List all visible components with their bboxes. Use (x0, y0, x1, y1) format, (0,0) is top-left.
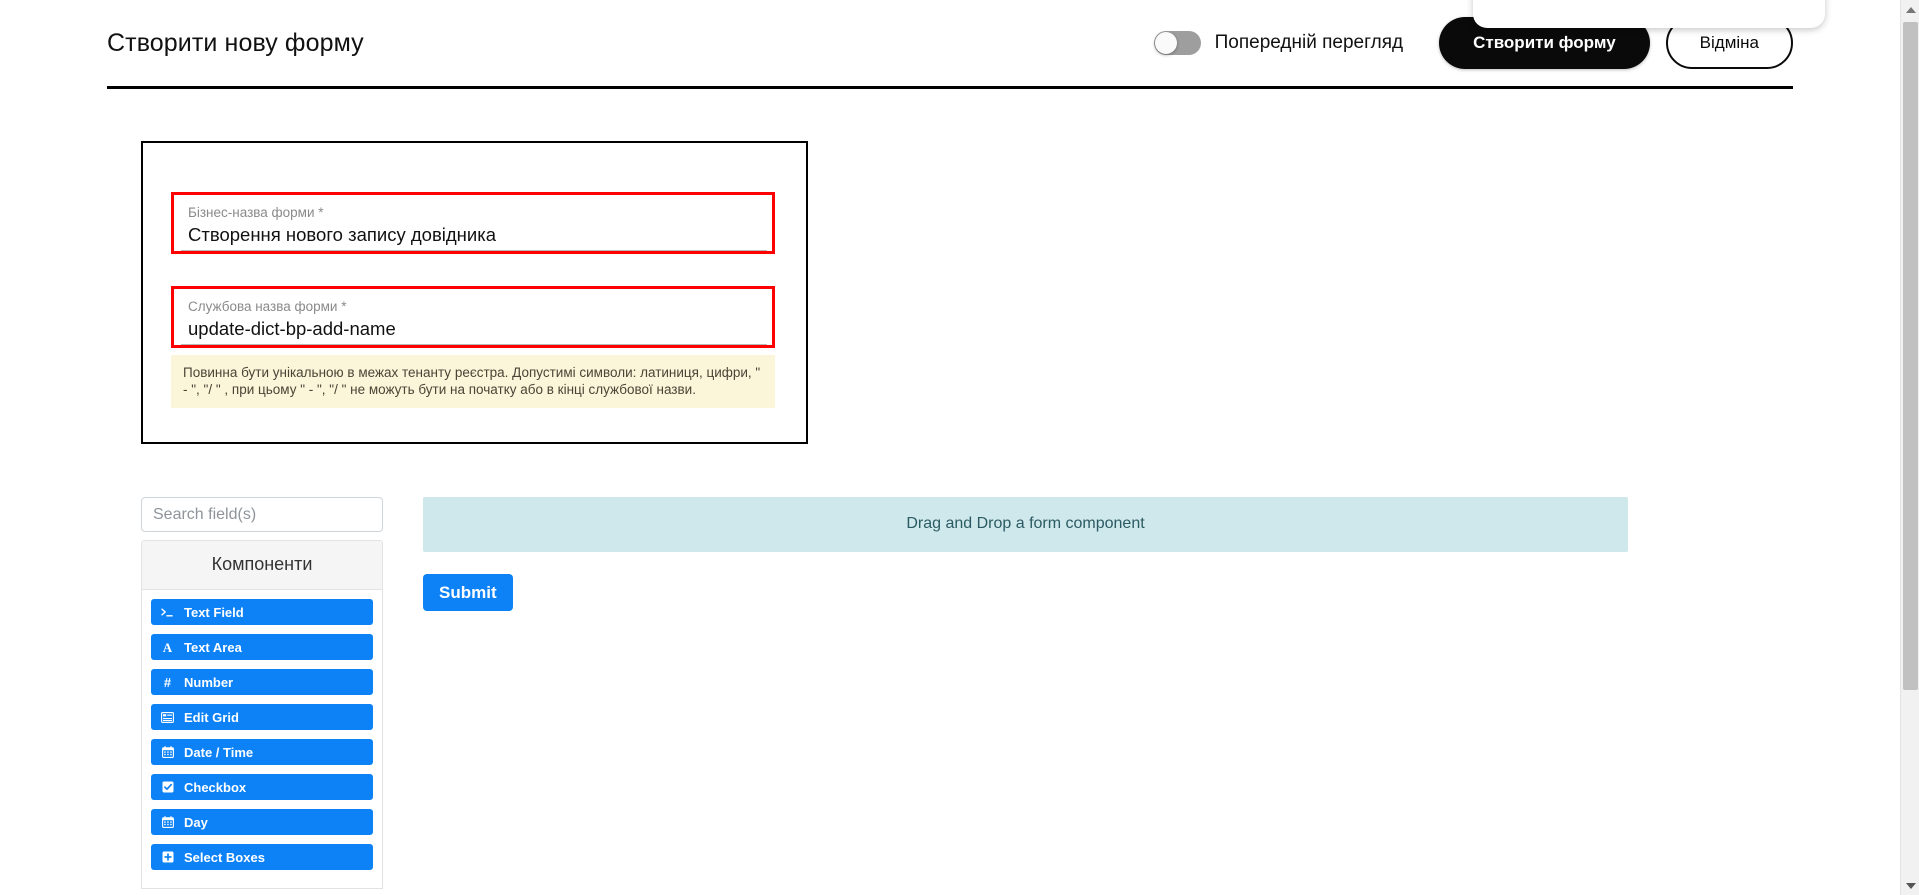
form-settings-card: Бізнес-назва форми * Службова назва форм… (141, 141, 808, 444)
component-item-label: Text Area (184, 639, 242, 655)
components-sidebar: Компоненти Text Field A Text Area # Number Ed… (141, 497, 383, 889)
preview-toggle[interactable] (1153, 31, 1201, 55)
toggle-knob (1154, 32, 1177, 54)
component-item-text-area[interactable]: A Text Area (151, 634, 373, 660)
preview-toggle-label: Попередній перегляд (1214, 32, 1404, 53)
hash-icon: # (163, 674, 172, 690)
page-scrollbar[interactable] (1900, 0, 1919, 895)
component-item-label: Day (184, 814, 208, 830)
service-name-label: Службова назва форми * (188, 299, 347, 314)
component-item-edit-grid[interactable]: Edit Grid (151, 704, 373, 730)
component-item-checkbox[interactable]: Checkbox (151, 774, 373, 800)
header-divider (107, 86, 1793, 89)
business-name-field-group: Бізнес-назва форми * (171, 192, 775, 254)
terminal-icon (160, 607, 175, 618)
service-name-input[interactable] (188, 316, 747, 342)
form-canvas: Drag and Drop a form component Submit (423, 497, 1628, 611)
component-item-text-field[interactable]: Text Field (151, 599, 373, 625)
service-name-underline (181, 344, 767, 345)
scroll-down-arrow-icon[interactable] (1901, 876, 1919, 895)
page-title: Створити нову форму (107, 28, 364, 57)
component-item-label: Text Field (184, 604, 244, 620)
search-input[interactable] (141, 497, 383, 532)
scroll-up-arrow-icon[interactable] (1901, 0, 1919, 19)
component-item-label: Date / Time (184, 744, 254, 760)
dropzone[interactable]: Drag and Drop a form component (423, 497, 1628, 552)
service-name-field-group: Службова назва форми * (171, 286, 775, 348)
checkbox-icon (160, 781, 175, 793)
page-root: Створити нову форму Попередній перегляд … (0, 0, 1900, 895)
component-item-label: Number (184, 674, 234, 690)
floating-popup-panel (1473, 0, 1825, 28)
service-name-hint: Повинна бути унікальною в межах тенанту … (171, 355, 775, 408)
calendar-icon (160, 816, 175, 828)
preview-toggle-group: Попередній перегляд (1153, 31, 1404, 55)
component-item-label: Checkbox (184, 779, 247, 795)
components-panel: Компоненти Text Field A Text Area # Number Ed… (141, 540, 383, 889)
business-name-label: Бізнес-назва форми * (188, 205, 324, 220)
component-item-number[interactable]: # Number (151, 669, 373, 695)
business-name-underline (181, 250, 767, 251)
component-item-date-time[interactable]: Date / Time (151, 739, 373, 765)
submit-button[interactable]: Submit (423, 574, 513, 611)
calendar-icon (160, 746, 175, 758)
component-item-label: Select Boxes (184, 849, 265, 865)
business-name-input[interactable] (188, 222, 747, 248)
text-a-icon: A (162, 639, 173, 655)
components-panel-title: Компоненти (142, 541, 382, 590)
component-item-label: Edit Grid (184, 709, 239, 725)
plus-square-icon (160, 851, 175, 863)
component-item-day[interactable]: Day (151, 809, 373, 835)
component-item-select-boxes[interactable]: Select Boxes (151, 844, 373, 870)
scrollbar-thumb[interactable] (1903, 22, 1918, 690)
grid-list-icon (160, 711, 175, 723)
components-list: Text Field A Text Area # Number Edit Grid Date… (142, 590, 382, 888)
